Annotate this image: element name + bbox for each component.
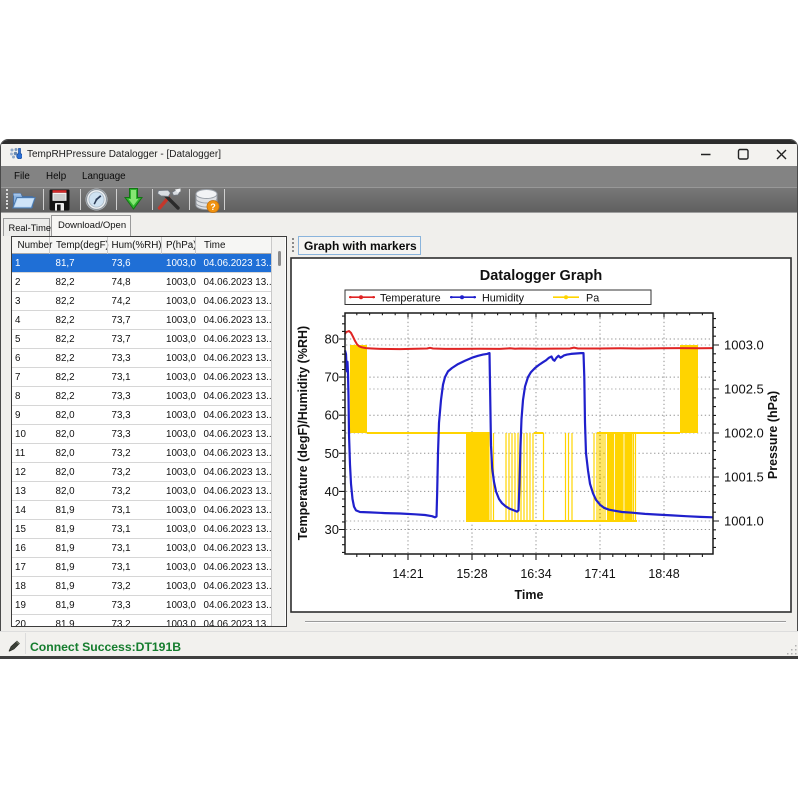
svg-text:Pressure (hPa): Pressure (hPa) xyxy=(766,391,780,479)
svg-text:40: 40 xyxy=(325,484,339,499)
svg-text:14:21: 14:21 xyxy=(392,567,423,581)
svg-text:1001.0: 1001.0 xyxy=(724,514,764,529)
svg-text:30: 30 xyxy=(325,522,339,537)
svg-text:Time: Time xyxy=(515,588,544,602)
svg-text:Datalogger Graph: Datalogger Graph xyxy=(480,268,602,284)
svg-text:15:28: 15:28 xyxy=(456,567,487,581)
svg-text:1003.0: 1003.0 xyxy=(724,338,764,353)
svg-text:18:48: 18:48 xyxy=(648,567,679,581)
svg-text:Temperature: Temperature xyxy=(380,293,441,305)
svg-text:50: 50 xyxy=(325,446,339,461)
svg-text:1001.5: 1001.5 xyxy=(724,470,764,485)
svg-text:80: 80 xyxy=(325,332,339,347)
svg-text:Humidity: Humidity xyxy=(482,293,525,305)
svg-text:Pa: Pa xyxy=(586,293,599,305)
svg-text:16:34: 16:34 xyxy=(520,567,551,581)
svg-text:?: ? xyxy=(210,202,216,212)
svg-text:70: 70 xyxy=(325,370,339,385)
svg-text:17:41: 17:41 xyxy=(584,567,615,581)
svg-text:1002.0: 1002.0 xyxy=(724,426,764,441)
svg-text:Temperature (degF)/Humidity (%: Temperature (degF)/Humidity (%RH) xyxy=(296,326,310,540)
svg-text:60: 60 xyxy=(325,408,339,423)
svg-text:1002.5: 1002.5 xyxy=(724,382,764,397)
